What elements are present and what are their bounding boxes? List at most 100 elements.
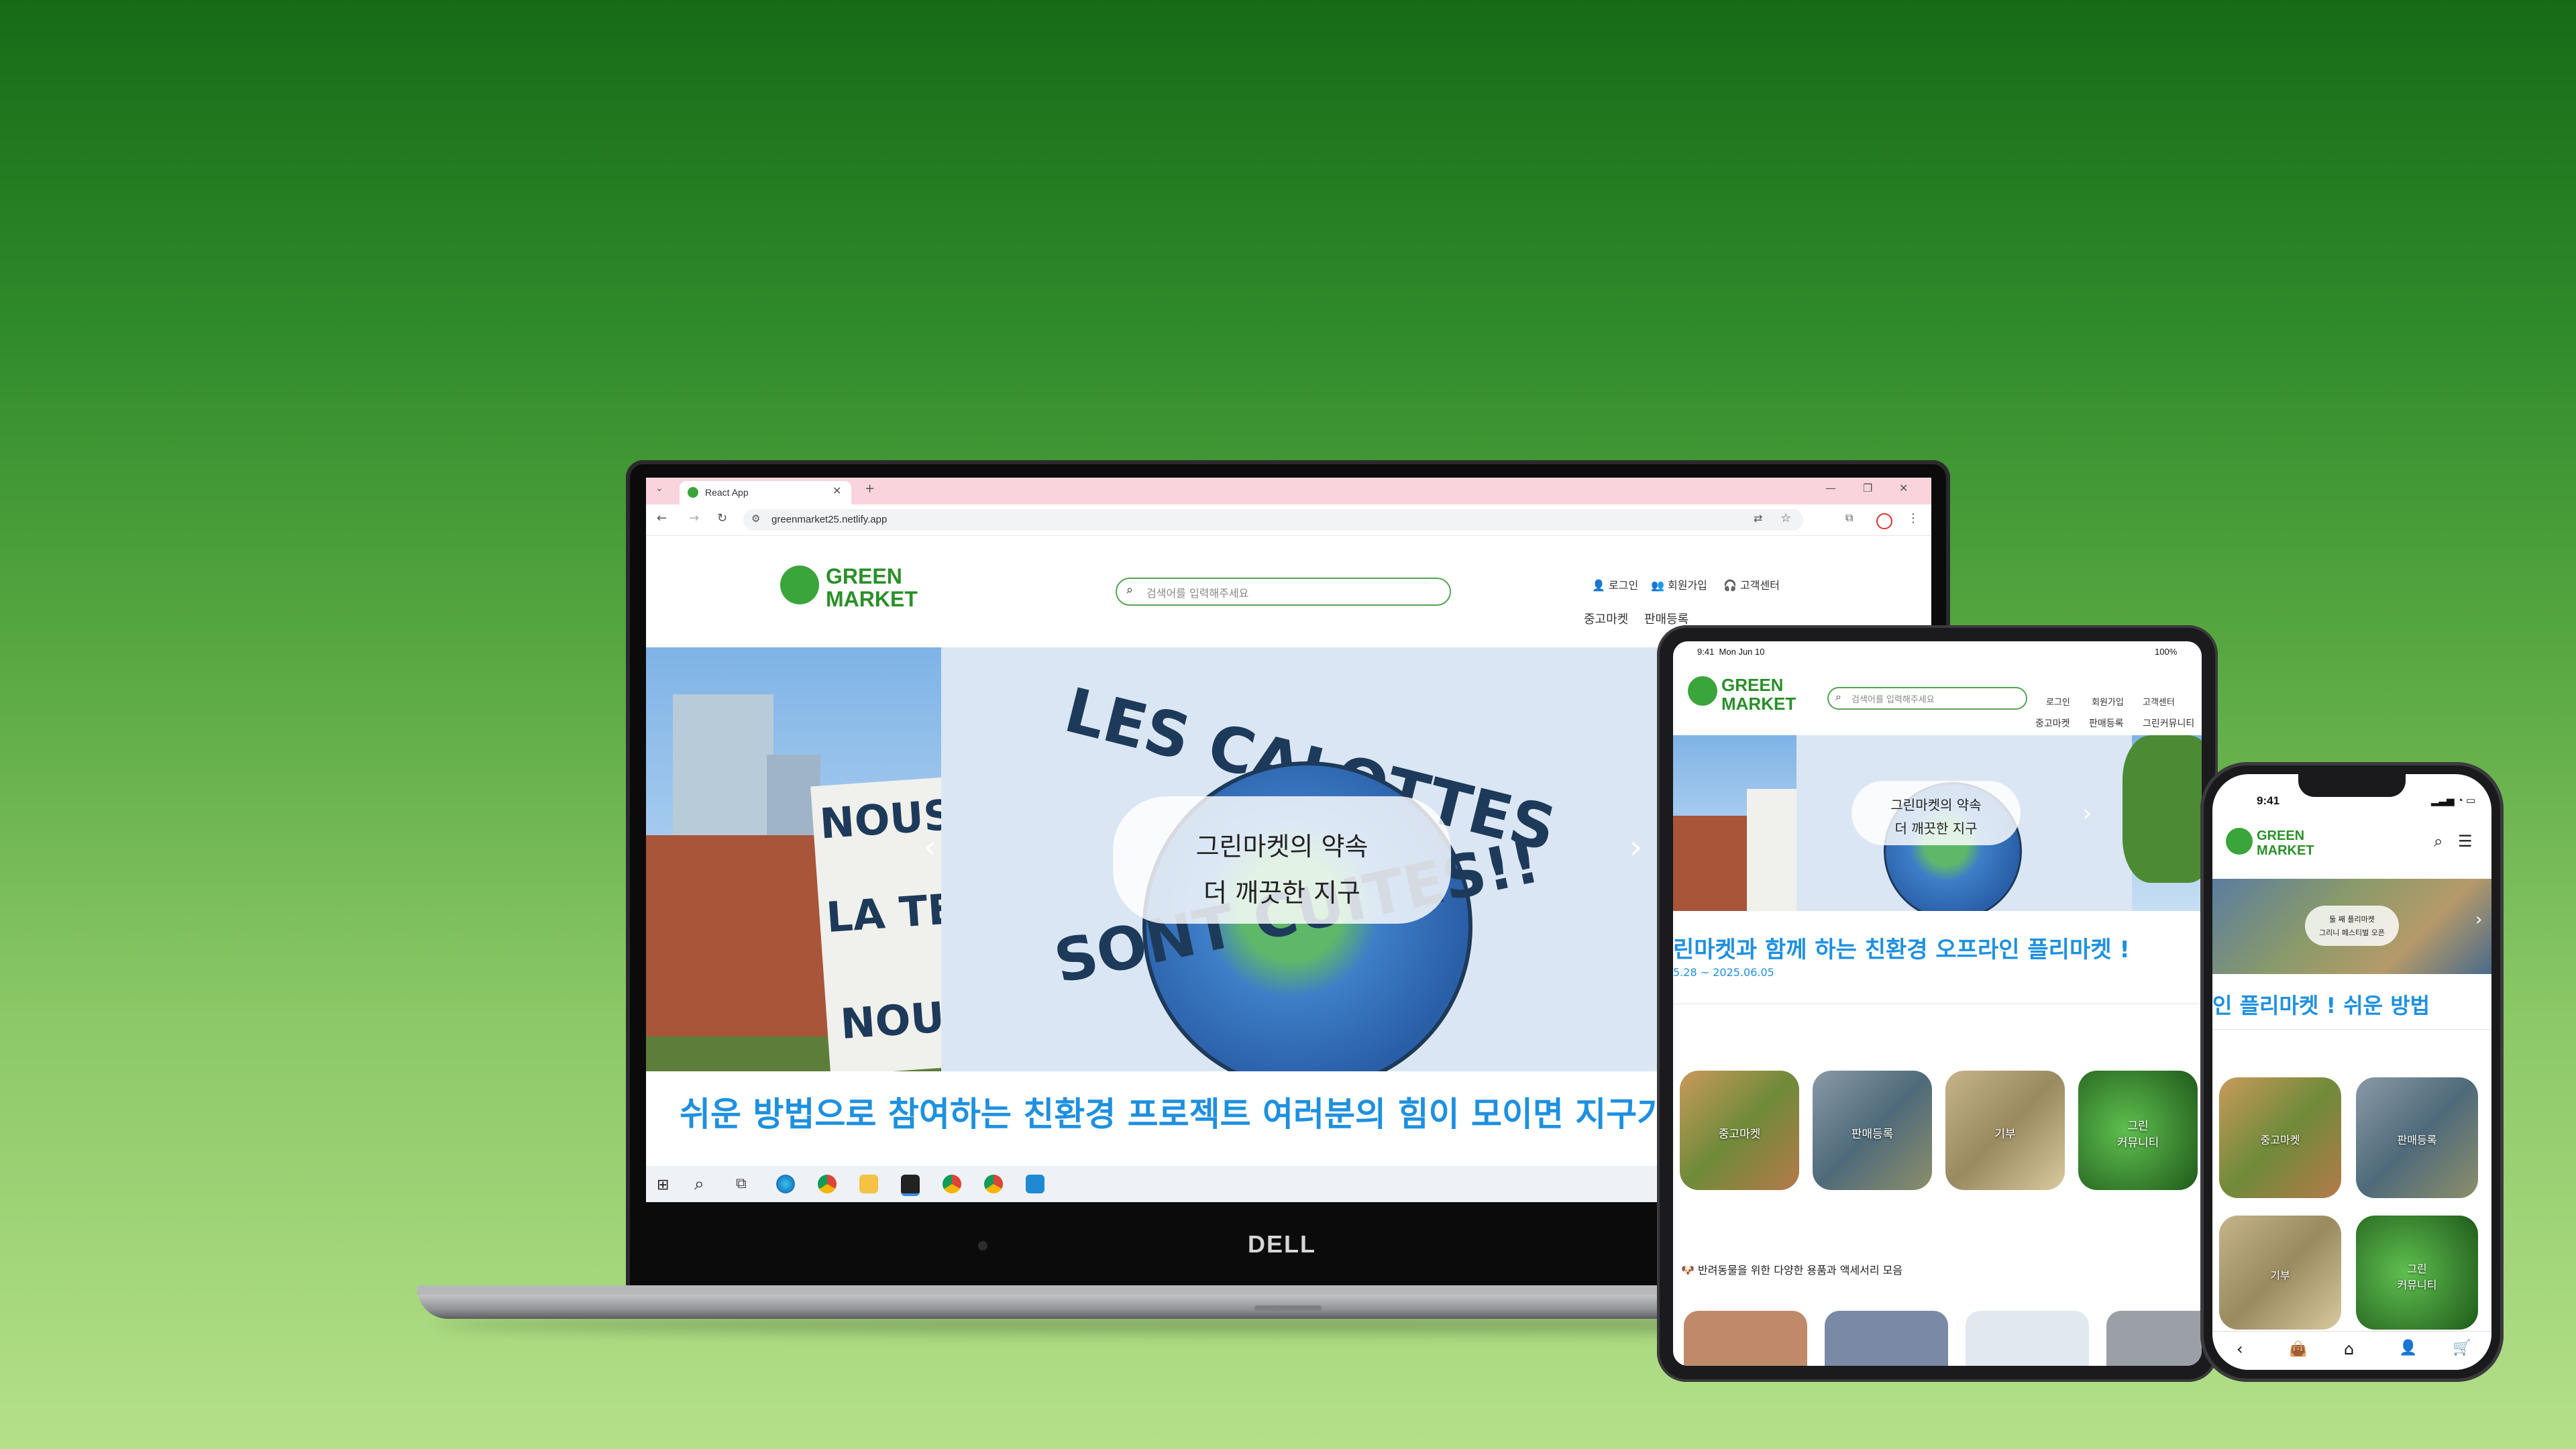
bookmark-star-icon[interactable]: ☆	[1780, 511, 1791, 525]
phone-status-time: 9:41	[2257, 794, 2280, 807]
product-card[interactable]	[1966, 1311, 2089, 1366]
search-input[interactable]: ⌕ 검색어를 입력해주세요	[1116, 578, 1451, 606]
hero-caption: 둘 째 플리마켓 그리니 페스티벌 오픈	[2305, 906, 2399, 946]
tab-list-icon[interactable]: ⌄	[655, 483, 663, 494]
vscode-icon[interactable]	[1026, 1175, 1044, 1193]
signup-link[interactable]: 👥 회원가입	[1651, 576, 1707, 592]
hero-banner: 그린마켓의 약속 더 깨끗한 지구 ›	[1673, 735, 2202, 911]
search-placeholder: 검색어를 입력해주세요	[1851, 695, 1935, 705]
category-green-community[interactable]: 그린 커뮤니티	[2356, 1216, 2478, 1330]
divider	[2212, 1029, 2491, 1030]
tab-title: React App	[705, 487, 749, 498]
search-icon[interactable]: ⌕	[2434, 832, 2443, 851]
product-card[interactable]	[2106, 1311, 2202, 1366]
marquee-text: 쉬운 방법으로 참여하는 친환경 프로젝트 여러분의 힘이 모이면 지구가 깨	[680, 1095, 1711, 1134]
category-sell[interactable]: 판매등록	[1813, 1071, 1932, 1190]
back-icon[interactable]: ←	[657, 511, 667, 525]
maximize-icon[interactable]: ❐	[1863, 482, 1872, 494]
browser-tab[interactable]: React App ✕	[680, 481, 851, 504]
browser-toolbar: ← → ↻ ⚙ greenmarket25.netlify.app ⇄ ☆ ⧉ …	[646, 504, 1931, 536]
phone-screen: 9:41 ▂▃▅ ◔ ▭ GREEN MARKET ⌕ ☰ 둘 째 플리마켓 그…	[2212, 774, 2491, 1370]
tablet-screen: 9:41 Mon Jun 10 100% GREEN MARKET ⌕ 검색어를…	[1673, 641, 2202, 1366]
support-link[interactable]: 🎧 고객센터	[1723, 576, 1780, 592]
logo-line1: GREEN	[2257, 828, 2305, 843]
login-link[interactable]: 👤 로그인	[1592, 576, 1638, 592]
category-used-market[interactable]: 중고마켓	[2219, 1077, 2341, 1198]
carousel-prev-icon[interactable]: ‹	[924, 828, 936, 866]
close-window-icon[interactable]: ✕	[1899, 482, 1908, 494]
webcam-indicator	[978, 1241, 987, 1250]
tablet-status-time: 9:41 Mon Jun 10	[1697, 647, 1765, 657]
profile-icon[interactable]	[1876, 513, 1892, 529]
category-used-market[interactable]: 중고마켓	[1680, 1071, 1799, 1190]
nav-used-market[interactable]: 중고마켓	[1584, 610, 1628, 627]
search-placeholder: 검색어를 입력해주세요	[1146, 587, 1249, 600]
search-icon: ⌕	[1835, 690, 1841, 703]
logo-icon	[1688, 676, 1717, 706]
reload-icon[interactable]: ↻	[717, 511, 727, 525]
event-date-range: 5.28 ~ 2025.06.05	[1673, 966, 1774, 979]
cart-icon[interactable]: 🛒	[2453, 1340, 2471, 1356]
back-icon[interactable]: ‹	[2237, 1340, 2243, 1358]
search-icon[interactable]: ⌕	[694, 1174, 704, 1195]
url-text: greenmarket25.netlify.app	[771, 514, 888, 525]
laptop-hinge	[1254, 1305, 1322, 1311]
translate-icon[interactable]: ⇄	[1754, 512, 1762, 525]
extensions-icon[interactable]: ⧉	[1845, 511, 1853, 525]
file-explorer-icon[interactable]	[859, 1175, 878, 1193]
logo-line2: MARKET	[826, 587, 918, 611]
logo-line1: GREEN	[826, 564, 902, 588]
carousel-next-icon[interactable]: ›	[2475, 910, 2482, 930]
minimize-icon[interactable]: —	[1825, 482, 1836, 494]
home-icon[interactable]: ⌂	[2344, 1340, 2354, 1358]
category-donate[interactable]: 기부	[2219, 1216, 2341, 1330]
windows-start-icon[interactable]: ⊞	[657, 1177, 669, 1193]
address-bar[interactable]: ⚙ greenmarket25.netlify.app ⇄ ☆	[743, 509, 1803, 531]
logo-line2: MARKET	[1721, 694, 1796, 714]
logo-icon	[2226, 828, 2253, 855]
chrome-profile-icon[interactable]	[943, 1175, 961, 1193]
hero-caption: 그린마켓의 약속 더 깨끗한 지구	[1851, 781, 2021, 845]
bottom-tab-bar: ‹ 👜 ⌂ 👤 🛒	[2212, 1331, 2491, 1370]
login-link[interactable]: 로그인	[2046, 695, 2070, 708]
logo-line1: GREEN	[1721, 675, 1784, 695]
product-card[interactable]	[1684, 1311, 1807, 1366]
close-tab-icon[interactable]: ✕	[833, 484, 841, 497]
hero-banner: 둘 째 플리마켓 그리니 페스티벌 오픈 ›	[2212, 879, 2491, 974]
carousel-next-icon[interactable]: ›	[2082, 800, 2092, 827]
nav-sell[interactable]: 판매등록	[2089, 716, 2124, 730]
logo-icon	[780, 566, 819, 604]
category-donate[interactable]: 기부	[1945, 1071, 2065, 1190]
category-green-community[interactable]: 그린 커뮤니티	[2078, 1071, 2198, 1190]
search-icon: ⌕	[1126, 583, 1134, 597]
category-sell[interactable]: 판매등록	[2356, 1077, 2478, 1198]
nav-sell[interactable]: 판매등록	[1644, 610, 1688, 627]
marquee-text: 인 플리마켓 ! 쉬운 방법	[2212, 993, 2430, 1018]
tablet-battery: 100%	[2155, 647, 2178, 657]
hamburger-menu-icon[interactable]: ☰	[2458, 832, 2473, 851]
browser-tab-bar: ⌄ React App ✕ + — ❐ ✕	[646, 478, 1931, 504]
shopping-bag-icon[interactable]: 👜	[2289, 1341, 2307, 1358]
phone-notch	[2298, 774, 2406, 797]
phone-status-icons: ▂▃▅ ◔ ▭	[2431, 795, 2476, 806]
favicon-icon	[688, 487, 698, 498]
sticky-app-icon[interactable]	[901, 1175, 920, 1196]
pet-section-title: 🐶 반려동물을 위한 다양한 용품과 액세서리 모음	[1681, 1264, 1903, 1277]
new-tab-icon[interactable]: +	[865, 482, 875, 496]
chrome-icon[interactable]	[818, 1175, 837, 1193]
site-info-icon[interactable]: ⚙	[751, 513, 760, 525]
carousel-next-icon[interactable]: ›	[1629, 828, 1642, 866]
task-view-icon[interactable]: ⧉	[736, 1175, 747, 1192]
product-card[interactable]	[1825, 1311, 1948, 1366]
dell-logo: DELL	[1248, 1230, 1316, 1258]
search-input[interactable]: ⌕ 검색어를 입력해주세요	[1827, 687, 2027, 710]
user-icon[interactable]: 👤	[2399, 1340, 2417, 1356]
nav-used-market[interactable]: 중고마켓	[2035, 716, 2070, 730]
forward-icon[interactable]: →	[689, 511, 699, 525]
support-link[interactable]: 고객센터	[2143, 695, 2175, 708]
menu-dots-icon[interactable]: ⋮	[1907, 511, 1919, 525]
nav-green-community[interactable]: 그린커뮤니티	[2143, 716, 2194, 730]
signup-link[interactable]: 회원가입	[2092, 695, 2124, 708]
edge-icon[interactable]	[776, 1175, 795, 1193]
chrome-profile-icon[interactable]	[984, 1175, 1003, 1193]
